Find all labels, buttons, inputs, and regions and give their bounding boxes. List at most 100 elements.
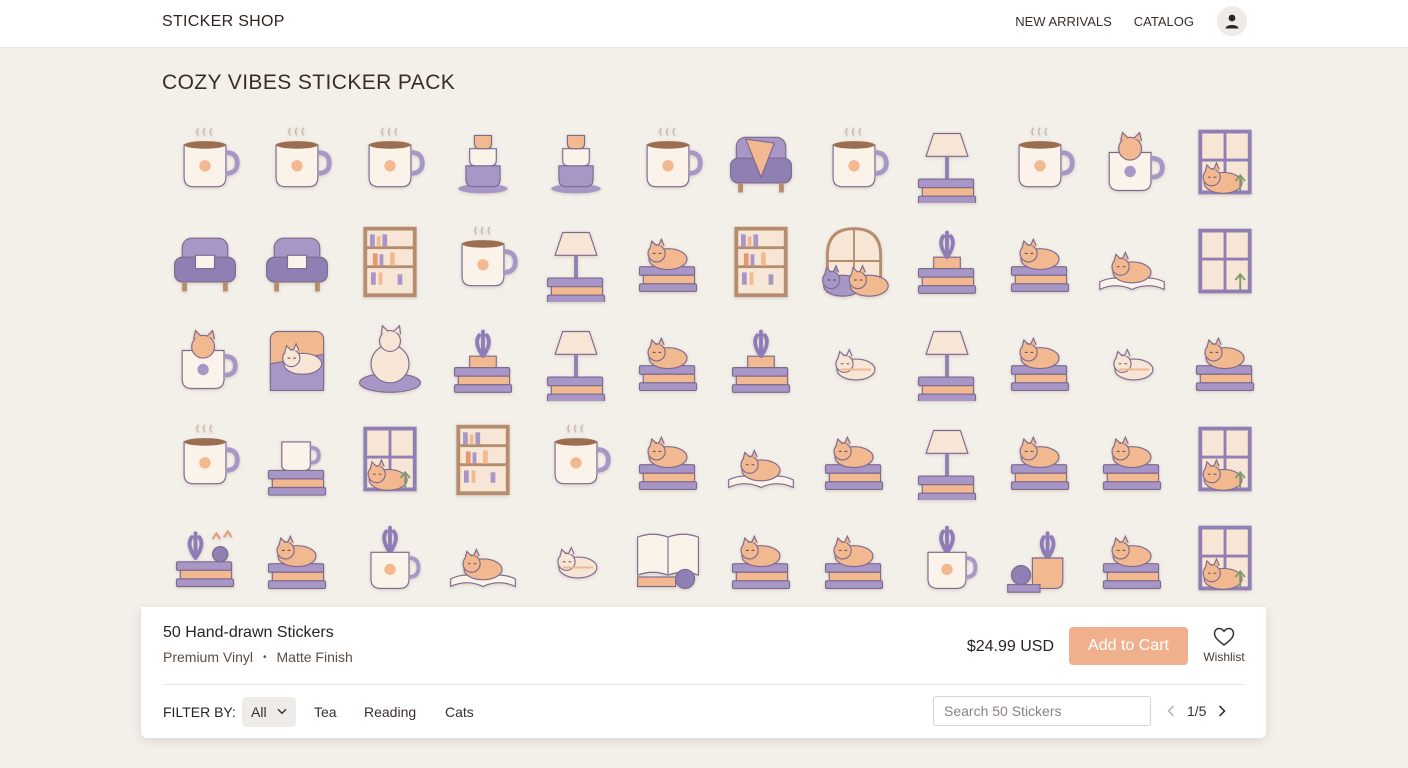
mug-icon[interactable] <box>348 112 433 211</box>
chevron-left-icon <box>1167 705 1175 717</box>
lamp-icon-art <box>546 231 605 302</box>
mug-icon[interactable] <box>626 112 711 211</box>
window-cat-icon[interactable] <box>1183 409 1268 508</box>
plant-books-icon-art <box>732 329 791 393</box>
mug-icon[interactable] <box>997 112 1082 211</box>
stacked-cups-icon-art <box>550 134 601 193</box>
cat-books-icon[interactable] <box>1090 508 1175 607</box>
product-price: $24.99 USD <box>966 638 1054 655</box>
mug-icon-art <box>183 423 240 484</box>
brand-logo[interactable]: STICKER SHOP <box>162 13 285 31</box>
bookshelf-icon[interactable] <box>348 211 433 310</box>
cat-books-icon[interactable] <box>719 508 804 607</box>
cat-books-icon-art <box>1010 237 1069 292</box>
filter-all-dropdown[interactable]: All <box>242 697 296 727</box>
lamp-icon[interactable] <box>533 310 618 409</box>
mug-icon[interactable] <box>162 112 247 211</box>
cat-icon[interactable] <box>812 310 897 409</box>
mug-icon[interactable] <box>440 211 525 310</box>
cat-books-icon[interactable] <box>626 409 711 508</box>
filter-all-label: All <box>251 704 267 720</box>
cat-books-icon[interactable] <box>626 310 711 409</box>
window-icon[interactable] <box>1183 211 1268 310</box>
heart-icon <box>1213 627 1235 646</box>
plant-books-icon-art <box>453 329 512 393</box>
mug-icon[interactable] <box>162 409 247 508</box>
filter-tea[interactable]: Tea <box>314 697 337 727</box>
plant-books-icon[interactable] <box>719 310 804 409</box>
cat-books-icon[interactable] <box>255 508 340 607</box>
cat-books-icon[interactable] <box>997 211 1082 310</box>
main-nav: NEW ARRIVALS CATALOG <box>1015 14 1194 29</box>
cat-mug-icon[interactable] <box>162 310 247 409</box>
cat-books-icon[interactable] <box>1090 409 1175 508</box>
mug-icon[interactable] <box>255 112 340 211</box>
cat-book-icon[interactable] <box>1090 211 1175 310</box>
filter-cats[interactable]: Cats <box>445 697 474 727</box>
armchair-blanket-icon[interactable] <box>719 112 804 211</box>
product-finish: Matte Finish <box>276 649 353 665</box>
bookshelf-icon-art <box>734 226 788 297</box>
window-cat-icon[interactable] <box>1183 112 1268 211</box>
cat-books-icon[interactable] <box>1183 310 1268 409</box>
nav-new-arrivals[interactable]: NEW ARRIVALS <box>1015 14 1112 29</box>
window-cat-icon[interactable] <box>1183 508 1268 607</box>
armchair-icon[interactable] <box>162 211 247 310</box>
cat-mug-icon[interactable] <box>1090 112 1175 211</box>
bookshelf-icon[interactable] <box>719 211 804 310</box>
lamp-icon[interactable] <box>904 409 989 508</box>
cat-mug-icon-art <box>1109 130 1166 191</box>
window-cat-icon-art <box>363 426 417 491</box>
cat-books-icon[interactable] <box>997 310 1082 409</box>
cat-books-icon[interactable] <box>812 409 897 508</box>
lamp-icon[interactable] <box>533 211 618 310</box>
window-cats-icon[interactable] <box>812 211 897 310</box>
search-input[interactable] <box>933 696 1151 726</box>
cat-book-icon-art <box>1099 250 1166 290</box>
window-cat-icon[interactable] <box>348 409 433 508</box>
cat-books-icon-art <box>1103 534 1162 589</box>
cat-rug-icon[interactable] <box>348 310 433 409</box>
mug-icon-art <box>368 126 425 187</box>
bookshelf-icon[interactable] <box>440 409 525 508</box>
books-yarn-icon[interactable] <box>162 508 247 607</box>
cat-icon[interactable] <box>1090 310 1175 409</box>
add-to-cart-button[interactable]: Add to Cart <box>1069 627 1188 665</box>
plant-books-icon[interactable] <box>440 310 525 409</box>
filter-reading[interactable]: Reading <box>364 697 416 727</box>
cat-icon[interactable] <box>533 508 618 607</box>
mug-icon-art <box>275 126 332 187</box>
book-yarn-icon[interactable] <box>626 508 711 607</box>
mug-icon[interactable] <box>812 112 897 211</box>
cat-book-icon-art <box>728 448 795 488</box>
lamp-icon[interactable] <box>904 112 989 211</box>
lamp-icon[interactable] <box>904 310 989 409</box>
mug-books-icon[interactable] <box>255 409 340 508</box>
nav-catalog[interactable]: CATALOG <box>1134 14 1194 29</box>
mug-icon[interactable] <box>533 409 618 508</box>
lamp-icon-art <box>546 330 605 401</box>
armchair-icon[interactable] <box>255 211 340 310</box>
plant-books-icon[interactable] <box>904 211 989 310</box>
wishlist-button[interactable]: Wishlist <box>1199 627 1249 664</box>
book-yarn-icon-art <box>637 533 700 589</box>
plant-mug-icon[interactable] <box>904 508 989 607</box>
prev-page-button[interactable] <box>1167 705 1175 717</box>
product-panel: 50 Hand-drawn Stickers Premium Vinyl • M… <box>141 607 1266 738</box>
stacked-cups-icon[interactable] <box>533 112 618 211</box>
plant-yarn-icon[interactable] <box>997 508 1082 607</box>
plant-mug-icon[interactable] <box>348 508 433 607</box>
page-title: COZY VIBES STICKER PACK <box>162 71 456 94</box>
cat-book-icon[interactable] <box>440 508 525 607</box>
bookshelf-icon-art <box>363 226 417 297</box>
cat-books-icon[interactable] <box>997 409 1082 508</box>
cat-books-icon[interactable] <box>626 211 711 310</box>
stacked-cups-icon[interactable] <box>440 112 525 211</box>
account-button[interactable] <box>1217 6 1247 36</box>
cat-blanket-icon[interactable] <box>255 310 340 409</box>
cat-books-icon-art <box>268 534 327 589</box>
cat-books-icon[interactable] <box>812 508 897 607</box>
lamp-icon-art <box>917 330 976 401</box>
next-page-button[interactable] <box>1218 705 1227 717</box>
cat-book-icon[interactable] <box>719 409 804 508</box>
